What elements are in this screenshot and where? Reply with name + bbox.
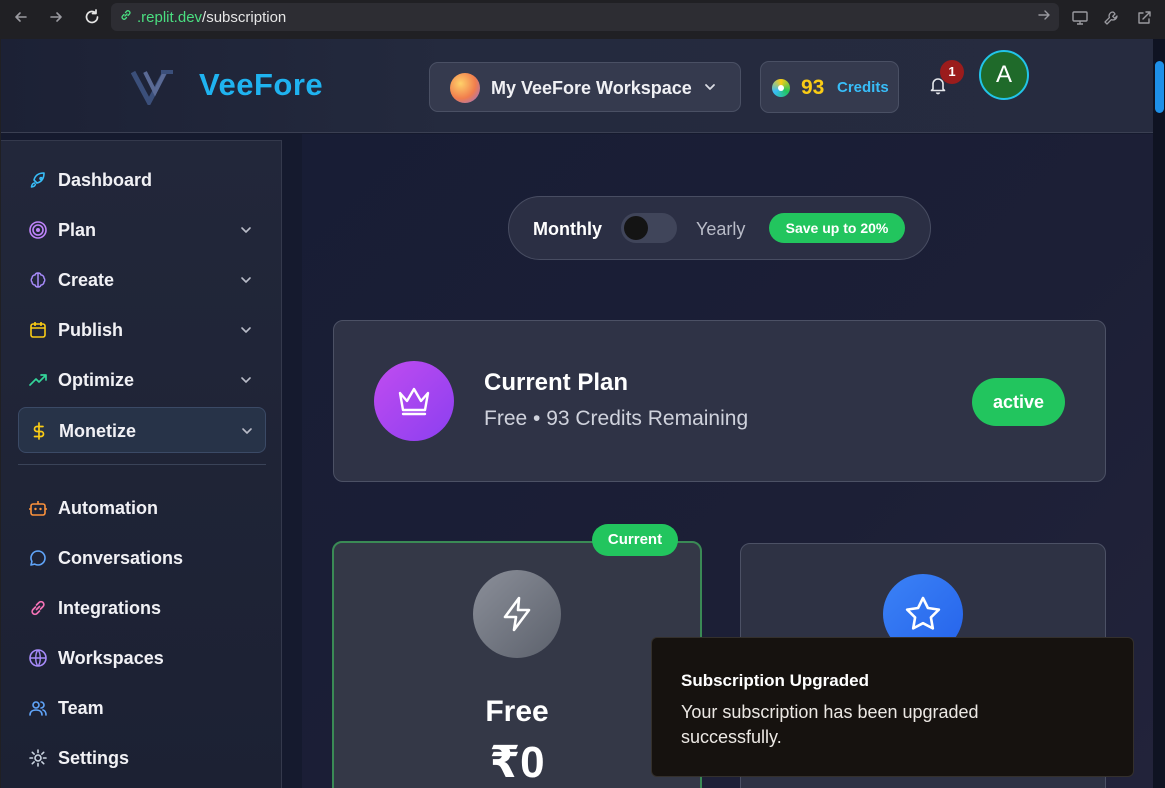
go-arrow-icon[interactable] (1037, 8, 1051, 26)
trending-up-icon (28, 370, 48, 390)
current-plan-subtitle: Free • 93 Credits Remaining (484, 407, 749, 430)
sidebar-item-label: Automation (58, 498, 158, 518)
status-badge: active (972, 378, 1065, 426)
target-icon (28, 220, 48, 240)
sidebar-item-label: Create (58, 270, 115, 290)
plan-price: ₹0 (489, 738, 545, 787)
chevron-down-icon (238, 222, 254, 243)
url-host: .replit.dev (137, 8, 203, 26)
crown-icon (374, 361, 454, 441)
sidebar-item-optimize[interactable]: Optimize (18, 357, 266, 403)
sidebar-item-label: Publish (58, 320, 124, 340)
chevron-down-icon (702, 79, 718, 100)
calendar-icon (28, 320, 48, 340)
browser-toolbar: .replit.dev/subscription (0, 0, 1165, 38)
scrollbar-thumb[interactable] (1155, 61, 1164, 113)
back-icon[interactable] (9, 5, 33, 29)
brain-icon (28, 270, 48, 290)
coin-icon (772, 79, 790, 97)
gear-icon (28, 748, 48, 768)
sidebar-item-integrations[interactable]: Integrations (18, 585, 266, 631)
logo-text[interactable]: VeeFore (199, 67, 323, 103)
rocket-icon (28, 170, 48, 190)
sidebar-item-automation[interactable]: Automation (18, 485, 266, 531)
workspace-selector[interactable]: My VeeFore Workspace (429, 62, 741, 112)
current-plan-card: Current Plan Free • 93 Credits Remaining… (333, 320, 1106, 482)
toast-title: Subscription Upgraded (681, 671, 869, 690)
sidebar-item-label: Conversations (58, 548, 184, 568)
chat-icon (28, 548, 48, 568)
url-path: /subscription (202, 8, 287, 26)
bot-icon (28, 498, 48, 518)
billing-toggle: Monthly Yearly Save up to 20% (508, 196, 931, 260)
reload-icon[interactable] (80, 5, 104, 29)
veefore-logo-icon (130, 69, 177, 110)
monitor-icon[interactable] (1069, 7, 1091, 29)
sidebar-item-plan[interactable]: Plan (18, 207, 266, 253)
chevron-down-icon (238, 322, 254, 343)
sidebar-item-monetize[interactable]: Monetize (18, 407, 266, 453)
sidebar-item-label: Plan (58, 220, 97, 240)
current-plan-title: Current Plan (484, 369, 629, 396)
save-badge: Save up to 20% (769, 213, 905, 243)
chevron-down-icon (238, 372, 254, 393)
notification-badge: 1 (940, 60, 964, 84)
credits-label: Credits (837, 79, 889, 96)
forward-icon[interactable] (44, 5, 68, 29)
toast-message: Your subscription has been upgraded succ… (681, 702, 979, 747)
chevron-down-icon (239, 423, 255, 444)
sidebar-item-create[interactable]: Create (18, 257, 266, 303)
plan-card-free[interactable]: Free ₹0 (332, 541, 702, 788)
globe-icon (28, 648, 48, 668)
workspace-label: My VeeFore Workspace (491, 78, 692, 98)
billing-switch[interactable] (621, 213, 677, 243)
dollar-icon (29, 421, 49, 441)
yearly-label[interactable]: Yearly (696, 219, 745, 240)
users-icon (28, 698, 48, 718)
workspace-avatar (450, 73, 480, 103)
lightning-icon (473, 570, 561, 658)
sidebar-item-dashboard[interactable]: Dashboard (18, 157, 266, 203)
sidebar-item-team[interactable]: Team (18, 685, 266, 731)
credits-value: 93 (801, 76, 825, 99)
sidebar-item-label: Integrations (58, 598, 162, 618)
switch-knob (624, 216, 648, 240)
external-link-icon[interactable] (1133, 7, 1155, 29)
sidebar-item-publish[interactable]: Publish (18, 307, 266, 353)
current-plan-tag: Current (592, 524, 678, 556)
monthly-label[interactable]: Monthly (533, 219, 602, 240)
sidebar-divider (18, 464, 266, 465)
sidebar-item-label: Team (58, 698, 104, 718)
top-header: VeeFore My VeeFore Workspace 93 Credits … (1, 39, 1153, 133)
sidebar-item-label: Dashboard (58, 170, 153, 190)
sidebar-item-label: Monetize (59, 421, 137, 441)
user-avatar[interactable]: A (979, 50, 1029, 100)
address-bar[interactable]: .replit.dev/subscription (111, 3, 1059, 31)
sidebar: Dashboard Plan Create Publish Optimize M… (1, 140, 282, 788)
link-icon (28, 598, 48, 618)
sidebar-item-workspaces[interactable]: Workspaces (18, 635, 266, 681)
plan-name: Free (485, 695, 549, 728)
page-scrollbar[interactable] (1153, 39, 1165, 788)
sidebar-item-conversations[interactable]: Conversations (18, 535, 266, 581)
sidebar-item-settings[interactable]: Settings (18, 735, 266, 781)
sidebar-item-label: Optimize (58, 370, 135, 390)
sidebar-item-label: Workspaces (58, 648, 164, 668)
chevron-down-icon (238, 272, 254, 293)
sidebar-item-label: Settings (58, 748, 130, 768)
credits-display[interactable]: 93 Credits (760, 61, 899, 113)
wrench-icon[interactable] (1100, 7, 1122, 29)
link-icon (119, 8, 133, 26)
toast-notification[interactable]: Subscription Upgraded Your subscription … (651, 637, 1134, 777)
